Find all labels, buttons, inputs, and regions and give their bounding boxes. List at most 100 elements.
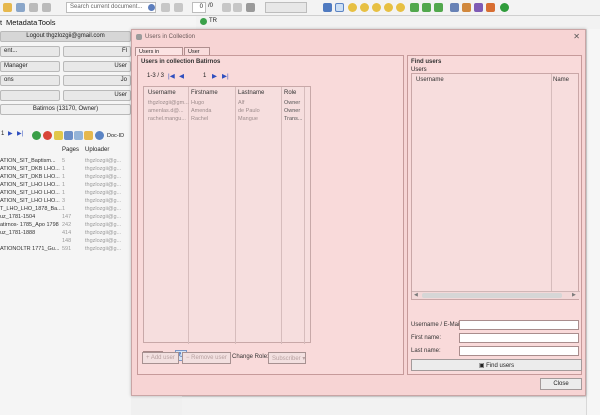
- arrows-icon[interactable]: [422, 3, 431, 12]
- menu-item-tools[interactable]: Tools: [38, 18, 56, 27]
- left-button-manager-label: Manager: [4, 63, 28, 69]
- collection-select[interactable]: Batirnos (13170, Owner): [0, 104, 131, 115]
- role-select[interactable]: Subscriber ▾: [268, 352, 306, 364]
- remove-user-button[interactable]: − Remove user: [182, 352, 231, 364]
- next-page-icon[interactable]: [222, 3, 231, 12]
- user-lastname: Alf: [238, 100, 245, 106]
- left-button-manager[interactable]: Manager: [0, 61, 60, 72]
- last-name-input[interactable]: [459, 346, 579, 356]
- column-username[interactable]: Username: [148, 90, 176, 96]
- zoom-out-icon[interactable]: [360, 3, 369, 12]
- dialog-close-icon[interactable]: ✕: [573, 32, 580, 41]
- redo-icon[interactable]: [42, 3, 51, 12]
- user-lastname: de Paulo: [238, 108, 260, 114]
- document-row[interactable]: ATIONOLTR 1771_Gu... 591 thgzlozgii@g...: [0, 245, 131, 254]
- pager-page[interactable]: 1: [203, 73, 206, 79]
- save-icon[interactable]: [16, 3, 25, 12]
- move-icon[interactable]: [410, 3, 419, 12]
- column-pages[interactable]: Pages: [62, 147, 79, 153]
- document-title: ATION_SIT_Baptism...: [0, 158, 56, 164]
- left-button-fl[interactable]: Fl: [63, 46, 131, 57]
- document-pages: 147: [62, 214, 72, 220]
- column-name[interactable]: Name: [553, 77, 569, 83]
- left-button-user2[interactable]: User: [63, 90, 131, 101]
- move-document-icon[interactable]: [64, 131, 73, 140]
- menu-item-metadata[interactable]: Metadata: [6, 18, 37, 27]
- refresh-icon[interactable]: [95, 131, 104, 140]
- column-uploader[interactable]: Uploader: [85, 147, 109, 153]
- select-icon[interactable]: [335, 3, 344, 12]
- layout-icon[interactable]: [450, 3, 459, 12]
- left-button-blank[interactable]: [0, 90, 60, 101]
- left-button-jo[interactable]: Jo: [63, 75, 131, 86]
- horizontal-scrollbar[interactable]: ◀ ▶: [412, 291, 580, 299]
- edit-icon[interactable]: [474, 3, 483, 12]
- scroll-right-icon[interactable]: ▶: [572, 292, 576, 298]
- first-name-input[interactable]: [459, 333, 579, 343]
- user-row[interactable]: amenlas.d@... Amenda de Paulo Owner: [144, 108, 312, 116]
- prev-page-icon[interactable]: [174, 3, 183, 12]
- right-strip: [586, 29, 600, 415]
- document-uploader: thgzlozgii@g...: [85, 182, 122, 188]
- user-role: Owner: [284, 100, 301, 106]
- prev-page-icon[interactable]: ◀: [179, 72, 184, 80]
- check-icon[interactable]: [500, 3, 509, 12]
- undo-icon[interactable]: [29, 3, 38, 12]
- search-input[interactable]: Search current document...: [66, 2, 156, 13]
- copy-icon[interactable]: [74, 131, 83, 140]
- cursor-icon[interactable]: [323, 3, 332, 12]
- username-email-input[interactable]: [459, 320, 579, 330]
- menu-item-t[interactable]: t: [0, 18, 2, 27]
- remove-document-icon[interactable]: [43, 131, 52, 140]
- column-role[interactable]: Role: [284, 90, 296, 96]
- add-user-button[interactable]: + Add user: [142, 352, 179, 364]
- zoom-width-icon[interactable]: [384, 3, 393, 12]
- print-icon[interactable]: [246, 3, 255, 12]
- first-page-icon[interactable]: [161, 3, 170, 12]
- search-icon[interactable]: [148, 4, 155, 11]
- document-uploader: thgzlozgii@g...: [85, 230, 122, 236]
- first-page-icon[interactable]: |◀: [168, 72, 175, 80]
- find-users-button[interactable]: ▣ Find users: [411, 359, 582, 371]
- page-number-input[interactable]: 0: [192, 2, 206, 13]
- left-button-user[interactable]: User: [63, 61, 131, 72]
- scroll-left-icon[interactable]: ◀: [414, 292, 418, 298]
- column-lastname[interactable]: Lastname: [238, 90, 264, 96]
- add-document-icon[interactable]: [32, 131, 41, 140]
- user-username: thgzlozgii@gm...: [148, 100, 189, 106]
- left-button-ons[interactable]: ons: [0, 75, 60, 86]
- rotate-icon[interactable]: [434, 3, 443, 12]
- column-username[interactable]: Username: [416, 77, 444, 83]
- zoom-page-icon[interactable]: [396, 3, 405, 12]
- left-button-1-label: ent...: [4, 48, 18, 54]
- document-pages: 5: [62, 158, 66, 164]
- last-page-icon[interactable]: [233, 3, 242, 12]
- puzzle-icon[interactable]: [486, 3, 495, 12]
- column-firstname[interactable]: Firstname: [191, 90, 218, 96]
- left-button-1[interactable]: ent...: [0, 46, 60, 57]
- dialog-title: Users in Collection: [145, 34, 196, 40]
- logout-button[interactable]: Logout thgzlozgii@gmail.com: [0, 31, 131, 42]
- palette-icon[interactable]: [462, 3, 471, 12]
- user-row[interactable]: thgzlozgii@gm... Hugo Alf Owner: [144, 100, 312, 108]
- folder-open-icon[interactable]: [84, 131, 93, 140]
- document-title: ATION_SIT_LHO LHO...: [0, 190, 60, 196]
- duplicate-icon[interactable]: [54, 131, 63, 140]
- document-pages: 148: [62, 238, 72, 244]
- next-page-icon[interactable]: ▶: [212, 72, 217, 80]
- folder-icon[interactable]: [3, 3, 12, 12]
- tab-tr[interactable]: TR: [209, 18, 217, 24]
- user-firstname: Rachel: [191, 116, 209, 122]
- user-row[interactable]: rachel.mangu... Rachel Mangue Trans...: [144, 116, 312, 124]
- last-page-icon[interactable]: ▶|: [222, 72, 229, 80]
- role-value: Subscriber: [272, 356, 301, 362]
- document-actions: Doc-ID: [0, 131, 131, 142]
- user-firstname: Amenda: [191, 108, 212, 114]
- close-button[interactable]: Close: [540, 378, 582, 390]
- scrollbar-thumb[interactable]: [422, 293, 562, 298]
- zoom-select[interactable]: [265, 2, 307, 13]
- zoom-fit-icon[interactable]: [372, 3, 381, 12]
- zoom-in-icon[interactable]: [348, 3, 357, 12]
- users-table: Username Firstname Lastname Role thgzloz…: [143, 86, 312, 344]
- document-pages: 3: [62, 198, 66, 204]
